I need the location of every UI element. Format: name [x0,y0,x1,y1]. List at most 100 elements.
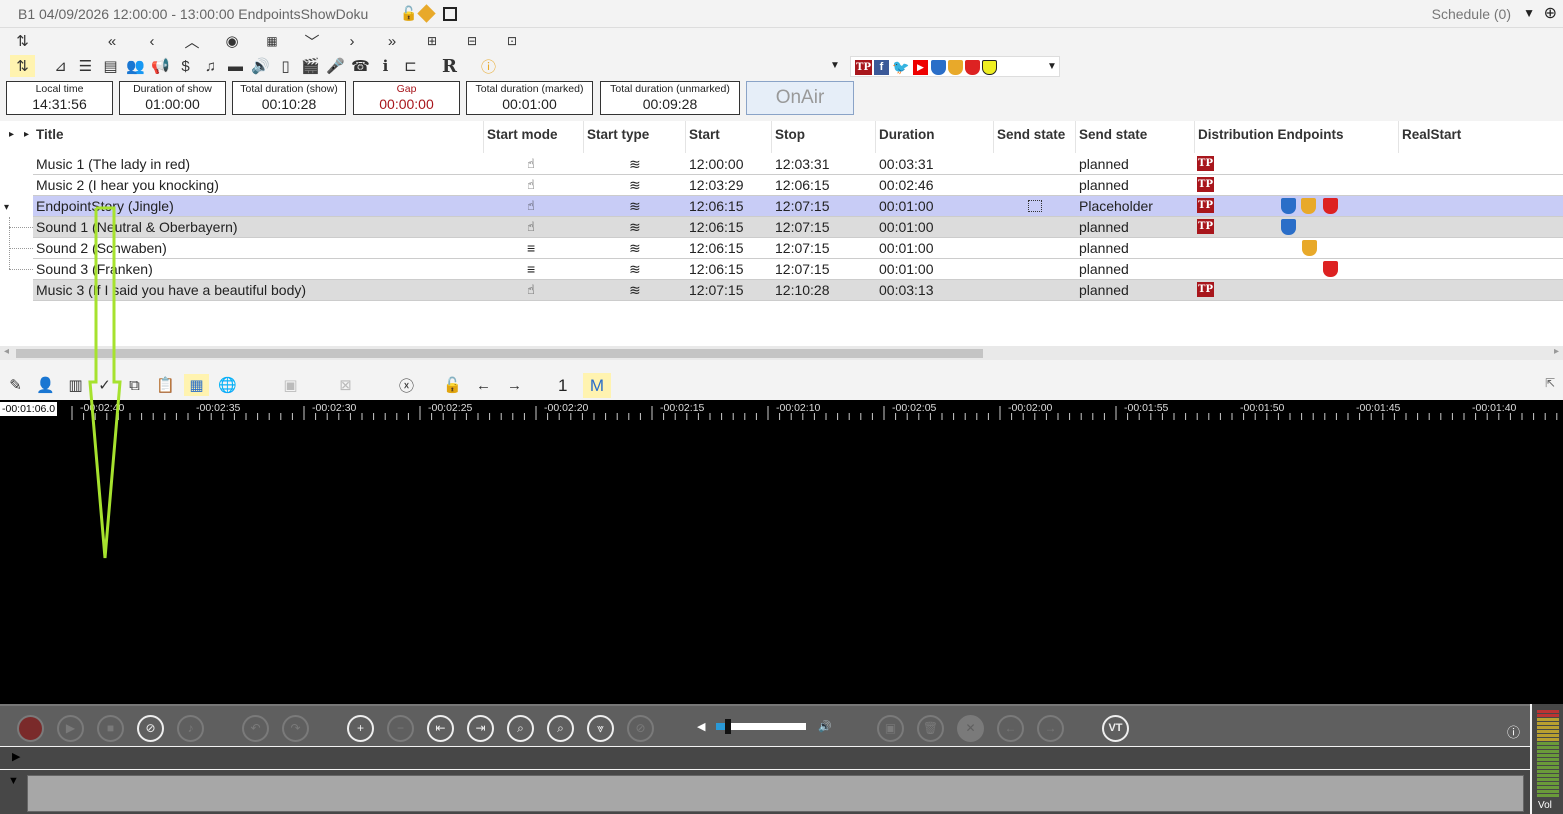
pencil-icon[interactable]: ✎ [3,374,28,396]
go-start-button[interactable]: ⇤ [427,715,454,742]
next-icon[interactable]: › [332,30,372,52]
chevron-down-icon[interactable]: ▼ [1047,61,1057,72]
col-send-state-icon[interactable]: Send state [994,121,1076,153]
current-icon[interactable]: ◉ [212,30,252,52]
cancel-circle-icon[interactable]: ⓧ [394,374,419,396]
film-strip-icon[interactable]: ▬ [223,55,248,77]
mode-m-button[interactable]: M [583,373,611,398]
sort-active-icon[interactable]: ⇅ [10,55,35,77]
vt-button[interactable]: VT [1102,715,1129,742]
table-row-selected[interactable]: EndpointStory (Jingle) ☝ ≋ 12:06:15 12:0… [33,196,1563,217]
track-number[interactable]: 1 [558,376,567,396]
clapper-icon[interactable]: 🎬 [298,55,323,77]
col-start[interactable]: Start [686,121,772,153]
chevron-down-icon[interactable]: ▼ [1523,6,1535,20]
table-row[interactable]: Sound 3 (Franken) ≡ ≋ 12:06:15 12:07:15 … [33,259,1563,280]
battery-icon[interactable]: ▯ [273,55,298,77]
scroll-right-icon[interactable]: ▸ [1554,346,1559,357]
mute-link-button[interactable]: ⊘ [137,715,164,742]
table-row[interactable]: Sound 1 (Neutral & Oberbayern) ☝ ≋ 12:06… [33,217,1563,238]
arrow-left-icon[interactable]: ← [471,374,496,396]
chevron-down-icon[interactable]: ▼ [830,60,840,71]
network-icon-3[interactable]: ⊡ [492,30,532,52]
sort-icon[interactable]: ⇅ [10,30,35,52]
collapse-icon[interactable]: ▼ [8,775,19,787]
go-end-button[interactable]: ⇥ [467,715,494,742]
list-icon[interactable]: ☰ [73,55,98,77]
volume-handle[interactable] [725,719,731,734]
filter-icon[interactable]: ⊿ [48,55,73,77]
undo-button[interactable]: ↶ [242,715,269,742]
stop-button[interactable]: ■ [97,715,124,742]
cast-icon[interactable]: ⊏ [398,55,423,77]
endpoint-selector[interactable]: TP f 🐦 ▶ ▼ [850,56,1060,77]
clip-box[interactable] [27,775,1524,812]
hide-button[interactable]: ⊘ [627,715,654,742]
calendar-icon[interactable]: ▦ [252,30,292,52]
redo-button[interactable]: ↷ [282,715,309,742]
info-i-icon[interactable]: i [373,55,398,77]
volume-slider[interactable] [716,719,806,734]
schedule-label[interactable]: Schedule (0) [1432,6,1511,22]
table-row[interactable]: Music 1 (The lady in red) ☝ ≋ 12:00:00 1… [33,154,1563,175]
network-icon-2[interactable]: ⊟ [452,30,492,52]
delete-clip-button[interactable]: 🗑 [917,715,944,742]
user-edit-icon[interactable]: 👤 [33,374,58,396]
document-icon[interactable]: ▤ [98,55,123,77]
table-row[interactable]: Music 3 (If I said you have a beautiful … [33,280,1563,301]
down-icon[interactable]: ﹀ [292,30,332,52]
collapse-all-button[interactable]: ⩔ [587,715,614,742]
next-clip-button[interactable]: → [1037,715,1064,742]
table-row[interactable]: Music 2 (I hear you knocking) ☝ ≋ 12:03:… [33,175,1563,196]
megaphone-icon[interactable]: 📢 [148,55,173,77]
waveform-area[interactable] [0,420,1563,704]
music-note-icon[interactable]: ♫ [198,55,223,77]
up-icon[interactable]: ︿ [172,30,212,52]
r-icon[interactable]: R [437,55,462,77]
horizontal-scrollbar[interactable]: ◂ ▸ [0,346,1563,360]
first-icon[interactable]: « [92,30,132,52]
network-icon-1[interactable]: ⊞ [412,30,452,52]
col-start-mode[interactable]: Start mode [484,121,584,153]
scrollbar-thumb[interactable] [16,349,983,358]
info-circle-icon[interactable]: ⓘ [476,55,501,77]
col-realstart[interactable]: RealStart [1399,121,1563,153]
zoom-in-button[interactable]: + [347,715,374,742]
globe-icon[interactable]: 🌐 [215,374,240,396]
add-circle-icon[interactable]: ⊕ [1544,3,1557,23]
col-distribution-endpoints[interactable]: Distribution Endpoints [1195,121,1399,153]
phone-icon[interactable]: ☎ [348,55,373,77]
play-button[interactable]: ▶ [57,715,84,742]
col-start-type[interactable]: Start type [584,121,686,153]
speaker-icon[interactable]: 🔊 [248,55,273,77]
last-icon[interactable]: » [372,30,412,52]
microphone-icon[interactable]: 🎤 [323,55,348,77]
paste-icon[interactable]: 📋 [153,374,178,396]
record-button[interactable] [17,715,44,742]
add-music-button[interactable]: ♪ [177,715,204,742]
onair-button[interactable]: OnAir [746,81,854,115]
col-stop[interactable]: Stop [772,121,876,153]
collapse-icon[interactable]: ▾ [4,202,9,213]
layout-icon[interactable]: ▦ [184,374,209,396]
arrow-right-icon[interactable]: → [502,374,527,396]
info-icon[interactable]: ⓘ [1507,722,1520,741]
lock-open-icon[interactable]: 🔓 [440,374,465,396]
expand-icon[interactable]: ▸ [24,129,29,140]
close-clip-button[interactable]: ✕ [957,715,984,742]
zoom-out-button[interactable]: − [387,715,414,742]
col-send-state[interactable]: Send state [1076,121,1195,153]
unlock-icon[interactable]: 🔓 [400,5,417,22]
col-duration[interactable]: Duration [876,121,994,153]
popout-icon[interactable]: ⇱ [1545,376,1555,390]
save-cancel-icon[interactable]: ⊠ [333,374,358,396]
expand-icon[interactable]: ▸ [9,129,14,140]
save-icon[interactable]: ▣ [278,374,303,396]
scroll-left-icon[interactable]: ◂ [4,346,9,357]
zoom-fit-button[interactable]: ⌕ [547,715,574,742]
col-title[interactable]: Title [33,121,484,153]
square-icon[interactable] [443,7,457,21]
save-clip-button[interactable]: ▣ [877,715,904,742]
zoom-selection-button[interactable]: ⌕ [507,715,534,742]
dollar-icon[interactable]: $ [173,55,198,77]
